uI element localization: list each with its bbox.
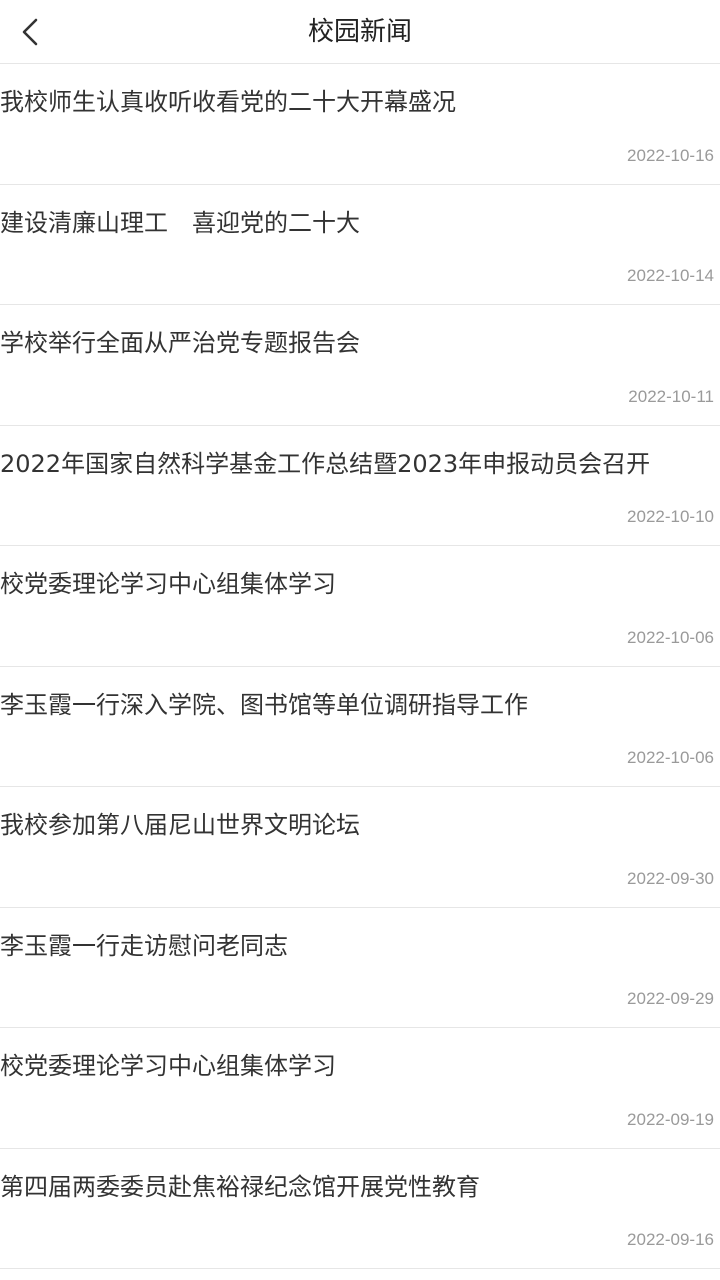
news-date: 2022-10-14 — [627, 266, 714, 285]
chevron-left-icon — [22, 18, 38, 46]
news-date: 2022-10-10 — [627, 507, 714, 526]
news-title: 我校参加第八届尼山世界文明论坛 — [0, 811, 360, 839]
news-title: 学校举行全面从严治党专题报告会 — [0, 329, 360, 357]
news-title: 我校师生认真收听收看党的二十大开幕盛况 — [0, 88, 456, 116]
news-date: 2022-09-19 — [627, 1109, 714, 1129]
page-title: 校园新闻 — [307, 17, 412, 47]
news-date: 2022-10-11 — [628, 386, 714, 406]
news-title: 李玉霞一行走访慰问老同志 — [0, 931, 288, 960]
news-list: 我校师生认真收听收看党的二十大开幕盛况 2022-10-16 建设清廉山理工 喜… — [0, 64, 720, 1269]
news-title: 李玉霞一行深入学院、图书馆等单位调研指导工作 — [0, 690, 528, 719]
news-item[interactable]: 李玉霞一行走访慰问老同志 2022-09-29 — [0, 907, 720, 1028]
news-date: 2022-09-29 — [627, 989, 714, 1008]
news-item[interactable]: 学校举行全面从严治党专题报告会 2022-10-11 — [0, 305, 720, 426]
header-bar: 校园新闻 — [0, 0, 720, 64]
news-item[interactable]: 我校参加第八届尼山世界文明论坛 2022-09-30 — [0, 787, 720, 908]
news-title: 第四届两委委员赴焦裕禄纪念馆开展党性教育 — [0, 1172, 480, 1201]
news-item[interactable]: 李玉霞一行深入学院、图书馆等单位调研指导工作 2022-10-06 — [0, 666, 720, 787]
news-item[interactable]: 2022年国家自然科学基金工作总结暨2023年申报动员会召开 2022-10-1… — [0, 425, 720, 546]
news-item[interactable]: 第四届两委委员赴焦裕禄纪念馆开展党性教育 2022-09-16 — [0, 1148, 720, 1269]
news-title: 校党委理论学习中心组集体学习 — [0, 1052, 336, 1080]
news-item[interactable]: 建设清廉山理工 喜迎党的二十大 2022-10-14 — [0, 184, 720, 305]
news-date: 2022-10-16 — [627, 145, 714, 165]
news-title: 校党委理论学习中心组集体学习 — [0, 570, 336, 598]
news-item[interactable]: 校党委理论学习中心组集体学习 2022-09-19 — [0, 1028, 720, 1149]
news-title: 2022年国家自然科学基金工作总结暨2023年申报动员会召开 — [0, 449, 651, 478]
news-date: 2022-09-16 — [627, 1230, 714, 1249]
news-date: 2022-09-30 — [627, 868, 714, 888]
news-item[interactable]: 校党委理论学习中心组集体学习 2022-10-06 — [0, 546, 720, 667]
news-title: 建设清廉山理工 喜迎党的二十大 — [0, 208, 360, 237]
back-button[interactable] — [10, 10, 50, 54]
news-item[interactable]: 我校师生认真收听收看党的二十大开幕盛况 2022-10-16 — [0, 64, 720, 185]
news-date: 2022-10-06 — [627, 627, 714, 647]
news-date: 2022-10-06 — [627, 748, 714, 767]
